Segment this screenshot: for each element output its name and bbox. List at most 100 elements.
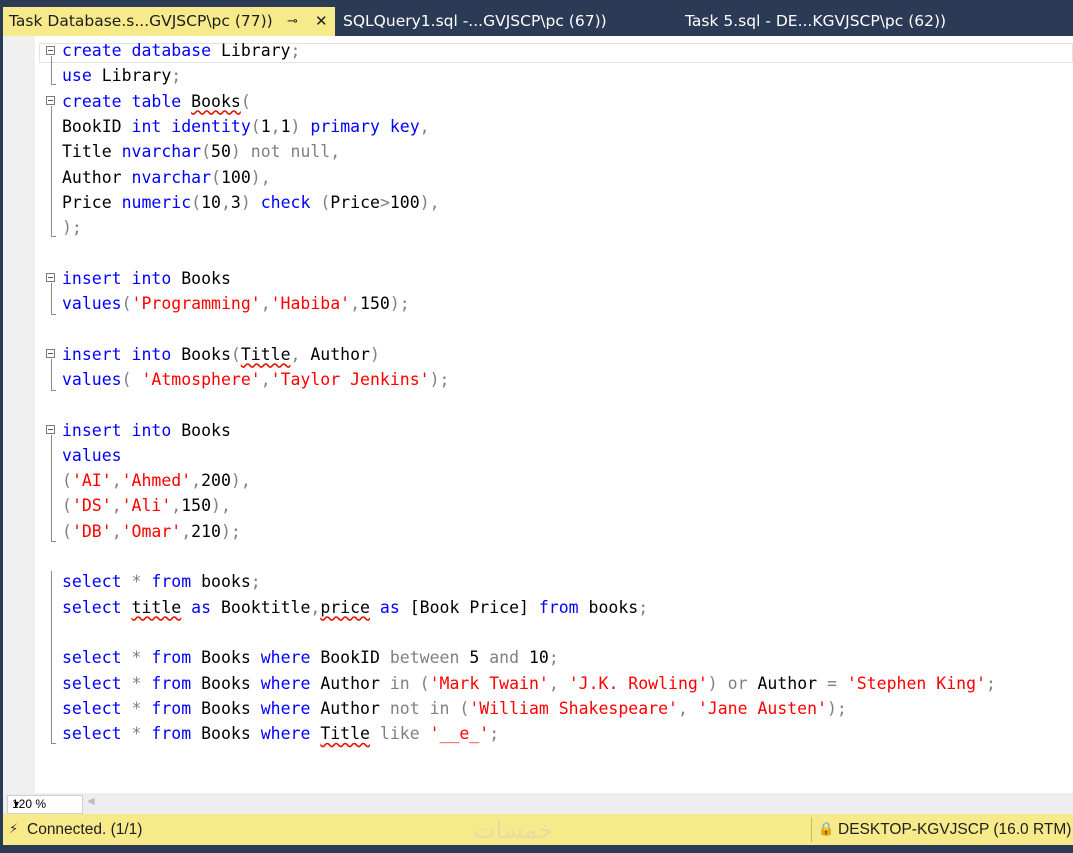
fold-toggle-icon[interactable] bbox=[46, 96, 55, 105]
code-token: select bbox=[62, 597, 132, 617]
code-token: books bbox=[588, 597, 639, 617]
code-token: ( bbox=[240, 91, 251, 111]
code-token: 'Omar' bbox=[121, 521, 182, 541]
code-token: from bbox=[151, 724, 202, 744]
code-line: insert into Books(Title, Author) bbox=[62, 342, 380, 367]
code-token: select bbox=[62, 648, 132, 668]
code-token: = bbox=[827, 673, 847, 693]
scroll-left-arrow-icon[interactable]: ◀ bbox=[87, 796, 95, 807]
connection-status: Connected. (1/1) bbox=[27, 821, 143, 838]
fold-guide bbox=[51, 56, 52, 84]
fold-guide-end bbox=[51, 84, 56, 85]
code-token: * bbox=[131, 572, 152, 592]
code-token: numeric bbox=[121, 192, 192, 212]
code-token: Books bbox=[201, 673, 261, 693]
fold-toggle-icon[interactable] bbox=[46, 425, 55, 434]
code-token: ; bbox=[290, 41, 301, 60]
code-token: Library bbox=[220, 41, 291, 60]
code-token: 150 bbox=[181, 496, 212, 516]
code-token: ; bbox=[489, 724, 500, 744]
close-icon[interactable]: ✕ bbox=[315, 7, 328, 36]
code-token: ; bbox=[985, 673, 996, 693]
code-token: 'Programming' bbox=[131, 294, 261, 313]
code-token: ( bbox=[250, 116, 261, 136]
code-token: * bbox=[131, 648, 152, 668]
code-token: from bbox=[151, 572, 202, 592]
code-token: > bbox=[379, 192, 390, 212]
code-line: ('AI','Ahmed',200), bbox=[62, 468, 251, 493]
code-token: 'Ahmed' bbox=[121, 471, 192, 491]
code-token: , bbox=[111, 496, 122, 516]
code-token: as bbox=[369, 597, 410, 617]
code-token: Price bbox=[62, 192, 122, 212]
code-token: 5 bbox=[469, 648, 490, 668]
code-token: '__e_' bbox=[429, 724, 490, 744]
code-token: ) not null, bbox=[230, 142, 341, 162]
code-line: insert into Books bbox=[62, 266, 231, 291]
code-token: , bbox=[677, 698, 698, 718]
code-token: from bbox=[151, 698, 202, 718]
code-token: Books bbox=[201, 698, 261, 718]
code-token: from bbox=[151, 673, 202, 693]
code-token: values bbox=[62, 294, 122, 313]
code-token: ( bbox=[62, 521, 72, 541]
chevron-down-icon[interactable]: ▼ bbox=[12, 796, 21, 813]
code-token: [Book Price] bbox=[409, 597, 539, 617]
code-token: ) bbox=[240, 192, 261, 212]
fold-toggle-icon[interactable] bbox=[46, 273, 55, 282]
code-token: , bbox=[260, 369, 271, 389]
code-token: ( bbox=[201, 142, 212, 162]
code-token: ); bbox=[826, 698, 847, 718]
code-token: Books bbox=[201, 724, 261, 744]
code-line: create database Library; bbox=[62, 38, 300, 63]
code-token: ), bbox=[250, 167, 271, 187]
code-token: where bbox=[260, 724, 321, 744]
tab-sqlquery1[interactable]: SQLQuery1.sql -...GVJSCP\pc (67)) bbox=[343, 7, 607, 36]
code-token: , bbox=[111, 521, 122, 541]
code-token: Title bbox=[320, 724, 370, 744]
server-name: DESKTOP-KGVJSCP (16.0 RTM) bbox=[838, 821, 1072, 838]
code-token: as bbox=[181, 597, 221, 617]
code-token: from bbox=[538, 597, 589, 617]
fold-toggle-icon[interactable] bbox=[46, 349, 55, 358]
window-frame-bottom bbox=[0, 845, 1073, 853]
code-token: books bbox=[201, 572, 251, 592]
fold-guide bbox=[51, 435, 52, 541]
code-token: where bbox=[260, 648, 321, 668]
code-token: ); bbox=[389, 294, 410, 313]
code-token: , bbox=[191, 471, 202, 491]
code-token: nvarchar bbox=[131, 167, 212, 187]
code-line: ('DB','Omar',210); bbox=[62, 519, 241, 544]
code-token: Books bbox=[181, 344, 231, 364]
tab-label: Task Database.s...GVJSCP\pc (77)) bbox=[9, 12, 273, 30]
code-token: 'William Shakespeare' bbox=[469, 698, 678, 718]
code-token: , bbox=[181, 521, 192, 541]
code-token: title bbox=[131, 597, 182, 617]
code-token: Author bbox=[757, 673, 827, 693]
code-token: values bbox=[62, 445, 122, 465]
code-editor[interactable]: create database Library; use Library; crea… bbox=[3, 36, 1073, 793]
code-token: ( bbox=[121, 294, 132, 313]
code-token: Books bbox=[201, 648, 261, 668]
code-line: Price numeric(10,3) check (Price>100), bbox=[62, 190, 440, 215]
code-token: ), bbox=[211, 496, 231, 516]
code-token: ) or bbox=[707, 673, 758, 693]
code-token: not in ( bbox=[389, 698, 470, 718]
tab-task-database[interactable]: Task Database.s...GVJSCP\pc (77)) ⊸ ✕ bbox=[3, 7, 335, 36]
tab-task5[interactable]: Task 5.sql - DE...KGVJSCP\pc (62)) bbox=[685, 7, 946, 36]
pin-icon[interactable]: ⊸ bbox=[287, 7, 298, 36]
fold-guide-end bbox=[51, 390, 56, 391]
code-token: Booktitle bbox=[220, 597, 311, 617]
code-token: values bbox=[62, 369, 122, 389]
fold-guide-end bbox=[51, 541, 56, 542]
zoom-dropdown[interactable]: 120 % ▼ bbox=[7, 795, 83, 814]
code-token: select bbox=[62, 572, 132, 592]
code-token: between bbox=[389, 648, 470, 668]
code-token: 100 bbox=[389, 192, 420, 212]
code-line: select * from books; bbox=[62, 569, 261, 594]
code-token: 'Stephen King' bbox=[846, 673, 986, 693]
fold-guide bbox=[51, 359, 52, 390]
code-token: , bbox=[419, 116, 430, 136]
fold-toggle-icon[interactable] bbox=[46, 46, 55, 55]
code-token: ); bbox=[429, 369, 450, 389]
